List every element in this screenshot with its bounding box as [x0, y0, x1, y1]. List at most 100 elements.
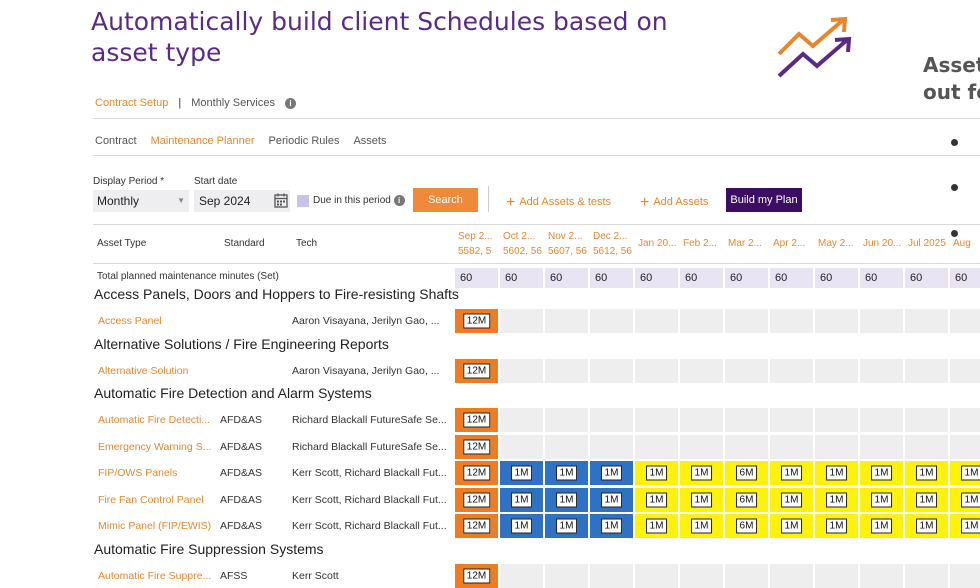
- month-header[interactable]: Jul 2025: [908, 229, 953, 259]
- display-period-select[interactable]: Monthly ▼: [93, 190, 189, 212]
- header-asset-type[interactable]: Asset Type: [97, 238, 146, 249]
- tab-contract-setup[interactable]: Contract Setup: [95, 97, 168, 109]
- schedule-cell[interactable]: 1M: [950, 487, 980, 512]
- due-in-period-checkbox[interactable]: [297, 195, 309, 207]
- tab-periodic-rules[interactable]: Periodic Rules: [269, 135, 340, 147]
- schedule-cell[interactable]: 1M: [635, 487, 678, 512]
- add-assets-tests-button[interactable]: + Add Assets & tests: [506, 194, 611, 212]
- schedule-cell[interactable]: [545, 563, 588, 588]
- schedule-cell[interactable]: [950, 563, 980, 588]
- schedule-cell[interactable]: [725, 358, 768, 383]
- asset-type-link[interactable]: Access Panel: [98, 315, 216, 327]
- header-standard[interactable]: Standard: [224, 238, 265, 249]
- schedule-cell[interactable]: 1M: [770, 461, 813, 485]
- schedule-cell[interactable]: [905, 309, 948, 333]
- month-header[interactable]: Aug: [953, 229, 980, 259]
- schedule-cell[interactable]: [770, 434, 813, 459]
- asset-type-link[interactable]: Mimic Panel (FIP/EWIS): [98, 520, 216, 532]
- schedule-cell[interactable]: [905, 358, 948, 383]
- search-button[interactable]: Search: [413, 188, 478, 212]
- schedule-cell[interactable]: [950, 434, 980, 459]
- tab-maintenance-planner[interactable]: Maintenance Planner: [151, 135, 255, 147]
- asset-type-link[interactable]: FIP/OWS Panels: [98, 467, 216, 479]
- schedule-cell[interactable]: 1M: [950, 514, 980, 538]
- start-date-input[interactable]: Sep 2024: [194, 190, 290, 212]
- schedule-cell[interactable]: [725, 309, 768, 333]
- asset-type-link[interactable]: Automatic Fire Suppre...: [98, 570, 216, 582]
- month-header[interactable]: Nov 2... 5607, 56: [548, 229, 593, 259]
- schedule-cell[interactable]: 1M: [680, 514, 723, 538]
- schedule-cell[interactable]: [590, 358, 633, 383]
- schedule-cell[interactable]: [860, 563, 903, 588]
- schedule-cell[interactable]: 12M: [455, 461, 498, 485]
- schedule-cell[interactable]: [590, 408, 633, 432]
- asset-type-link[interactable]: Fire Fan Control Panel: [98, 494, 216, 506]
- schedule-cell[interactable]: [725, 408, 768, 432]
- schedule-cell[interactable]: [770, 358, 813, 383]
- schedule-cell[interactable]: [905, 434, 948, 459]
- schedule-cell[interactable]: 1M: [500, 487, 543, 512]
- schedule-cell[interactable]: [680, 309, 723, 333]
- schedule-cell[interactable]: 1M: [500, 514, 543, 538]
- month-header[interactable]: May 2...: [818, 229, 863, 259]
- schedule-cell[interactable]: [545, 358, 588, 383]
- schedule-cell[interactable]: 1M: [860, 461, 903, 485]
- schedule-cell[interactable]: [500, 563, 543, 588]
- schedule-cell[interactable]: [680, 563, 723, 588]
- schedule-cell[interactable]: [545, 434, 588, 459]
- schedule-cell[interactable]: 1M: [860, 487, 903, 512]
- schedule-cell[interactable]: 1M: [815, 461, 858, 485]
- schedule-cell[interactable]: 12M: [455, 309, 498, 333]
- asset-type-link[interactable]: Automatic Fire Detecti...: [98, 414, 216, 426]
- schedule-cell[interactable]: [545, 309, 588, 333]
- schedule-cell[interactable]: 1M: [905, 487, 948, 512]
- calendar-icon[interactable]: [274, 193, 288, 208]
- tab-contract[interactable]: Contract: [95, 135, 137, 147]
- info-icon[interactable]: i: [393, 195, 405, 206]
- schedule-cell[interactable]: 1M: [770, 487, 813, 512]
- schedule-cell[interactable]: 1M: [500, 461, 543, 485]
- schedule-cell[interactable]: [590, 563, 633, 588]
- schedule-cell[interactable]: [950, 408, 980, 432]
- month-header[interactable]: Sep 2... 5582, 5: [458, 229, 503, 259]
- schedule-cell[interactable]: 6M: [725, 514, 768, 538]
- schedule-cell[interactable]: [545, 408, 588, 432]
- schedule-cell[interactable]: 1M: [815, 514, 858, 538]
- schedule-cell[interactable]: 1M: [545, 487, 588, 512]
- schedule-cell[interactable]: 1M: [770, 514, 813, 538]
- schedule-cell[interactable]: [635, 309, 678, 333]
- schedule-cell[interactable]: [635, 358, 678, 383]
- schedule-cell[interactable]: 12M: [455, 487, 498, 512]
- schedule-cell[interactable]: [950, 309, 980, 333]
- schedule-cell[interactable]: [815, 309, 858, 333]
- schedule-cell[interactable]: [680, 408, 723, 432]
- schedule-cell[interactable]: [635, 563, 678, 588]
- month-header[interactable]: Dec 2... 5612, 56: [593, 229, 638, 259]
- schedule-cell[interactable]: 1M: [590, 487, 633, 512]
- schedule-cell[interactable]: [500, 434, 543, 459]
- month-header[interactable]: Mar 2...: [728, 229, 773, 259]
- schedule-cell[interactable]: [905, 408, 948, 432]
- schedule-cell[interactable]: 1M: [545, 461, 588, 485]
- schedule-cell[interactable]: [905, 563, 948, 588]
- schedule-cell[interactable]: 1M: [905, 514, 948, 538]
- schedule-cell[interactable]: [680, 358, 723, 383]
- schedule-cell[interactable]: 1M: [545, 514, 588, 538]
- month-header[interactable]: Feb 2...: [683, 229, 728, 259]
- schedule-cell[interactable]: 12M: [455, 563, 498, 588]
- tab-assets[interactable]: Assets: [353, 135, 386, 147]
- schedule-cell[interactable]: 1M: [815, 487, 858, 512]
- schedule-cell[interactable]: [815, 408, 858, 432]
- asset-type-link[interactable]: Alternative Solution: [98, 365, 216, 377]
- schedule-cell[interactable]: 12M: [455, 514, 498, 538]
- add-assets-button[interactable]: + Add Assets: [640, 194, 708, 212]
- schedule-cell[interactable]: [590, 434, 633, 459]
- month-header[interactable]: Oct 2... 5602, 56: [503, 229, 548, 259]
- schedule-cell[interactable]: [590, 309, 633, 333]
- schedule-cell[interactable]: 12M: [455, 408, 498, 432]
- month-header[interactable]: Jan 20...: [638, 229, 683, 259]
- schedule-cell[interactable]: [860, 309, 903, 333]
- schedule-cell[interactable]: 1M: [635, 461, 678, 485]
- build-plan-button[interactable]: Build my Plan: [726, 188, 802, 212]
- schedule-cell[interactable]: [770, 309, 813, 333]
